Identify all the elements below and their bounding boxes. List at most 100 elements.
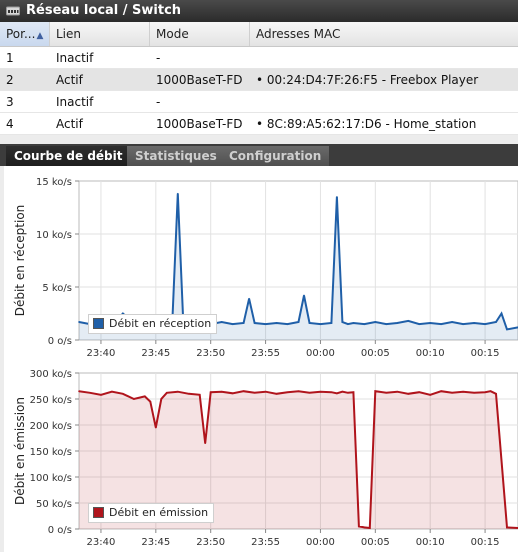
data-point (341, 390, 344, 393)
data-point (429, 322, 432, 324)
data-point (462, 390, 464, 393)
table-row[interactable]: 3 Inactif - (0, 91, 518, 113)
data-point (495, 393, 497, 395)
x-tick-label: 23:55 (251, 537, 280, 548)
data-point (89, 391, 91, 394)
data-point (220, 390, 223, 393)
cell-port: 3 (6, 95, 14, 109)
x-tick-label: 00:10 (416, 348, 445, 359)
reception-chart: 0 o/s 5 ko/s 10 ko/s 15 ko/s 23:40 23:45 23:50… (13, 177, 518, 359)
table-row[interactable]: 4 Actif 1000BaseT-FD • 8C:89:A5:62:17:D6 - … (0, 113, 518, 135)
cell-mac: • 8C:89:A5:62:17:D6 - Home_station (256, 117, 477, 131)
table-row[interactable]: 2 Actif 1000BaseT-FD • 00:24:D4:7F:26:F5 - … (0, 69, 518, 91)
cell-port: 2 (6, 73, 14, 87)
data-point (220, 321, 223, 323)
data-point (336, 196, 338, 198)
column-header-mac[interactable]: Adresses MAC (250, 22, 518, 46)
data-point (308, 322, 311, 324)
x-tick-label: 23:45 (141, 348, 170, 359)
y-tick-label: 10 ko/s (36, 230, 72, 241)
y-tick-label: 15 ko/s (36, 177, 72, 188)
legend-reception[interactable]: Débit en réception (88, 314, 218, 334)
legend-emission[interactable]: Débit en émission (88, 503, 215, 523)
x-tick-label: 00:00 (306, 348, 335, 359)
data-point (451, 391, 453, 394)
data-point (489, 390, 492, 392)
data-point (176, 192, 179, 195)
data-point (495, 321, 497, 323)
data-point (78, 321, 80, 323)
x-tick-label: 00:00 (306, 537, 335, 548)
table-header: Por...▲ Lien Mode Adresses MAC (0, 22, 518, 47)
data-point (418, 323, 421, 325)
data-point (149, 400, 152, 403)
data-point (374, 390, 377, 392)
data-point (352, 322, 355, 324)
data-point (204, 442, 207, 444)
data-point (100, 394, 102, 396)
data-point (330, 391, 333, 394)
data-point (341, 321, 344, 323)
data-point (198, 394, 201, 396)
cell-port: 4 (6, 117, 14, 131)
data-point (462, 323, 464, 325)
column-header-link[interactable]: Lien (50, 22, 150, 46)
data-point (374, 321, 377, 323)
cell-link: Inactif (56, 51, 94, 65)
cell-link: Actif (56, 73, 83, 87)
data-point (451, 321, 453, 323)
data-point (133, 398, 135, 400)
y-tick-label: 250 ko/s (30, 395, 72, 406)
x-tick-label: 00:15 (471, 537, 500, 548)
column-header-mode[interactable]: Mode (150, 22, 250, 46)
tab-configuration[interactable]: Configuration (221, 146, 330, 166)
data-point (144, 395, 146, 398)
data-point (369, 527, 371, 529)
data-point (297, 321, 300, 323)
data-point (187, 393, 190, 395)
table-row[interactable]: 1 Inactif - (0, 47, 518, 69)
y-tick-label: 50 ko/s (36, 499, 72, 510)
data-point (484, 323, 486, 325)
data-point (264, 390, 267, 393)
tab-rate-curve[interactable]: Courbe de débit (6, 146, 131, 166)
data-point (347, 323, 349, 325)
y-tick-label: 100 ko/s (30, 473, 72, 484)
cell-mode: 1000BaseT-FD (156, 117, 243, 131)
y-axis-label: Débit en réception (13, 205, 27, 317)
column-header-port[interactable]: Por...▲ (0, 22, 50, 46)
x-tick-label: 00:10 (416, 537, 445, 548)
data-point (286, 323, 289, 325)
data-point (473, 391, 475, 394)
data-point (363, 323, 366, 325)
chart-panel: 0 o/s 5 ko/s 10 ko/s 15 ko/s 23:40 23:45 23:50… (4, 166, 518, 552)
data-point (176, 390, 179, 393)
data-point (166, 391, 168, 394)
data-point (111, 390, 113, 393)
data-point (336, 392, 338, 395)
data-point (484, 391, 486, 394)
cell-link: Inactif (56, 95, 94, 109)
data-point (358, 525, 360, 528)
sort-ascending-icon: ▲ (36, 31, 44, 41)
data-point (506, 328, 508, 331)
x-tick-label: 00:15 (471, 348, 500, 359)
y-tick-label: 0 o/s (48, 336, 72, 347)
data-point (275, 322, 278, 324)
switch-icon (6, 6, 20, 16)
data-point (407, 393, 410, 395)
data-point (418, 391, 421, 394)
data-point (231, 392, 234, 395)
cell-link: Actif (56, 117, 83, 131)
cell-mac (250, 47, 518, 69)
data-point (242, 390, 245, 392)
data-point (347, 391, 349, 394)
y-tick-label: 5 ko/s (42, 283, 72, 294)
data-point (352, 391, 355, 394)
x-tick-label: 23:45 (141, 537, 170, 548)
data-point (396, 322, 399, 324)
tab-statistics[interactable]: Statistiques (127, 146, 225, 166)
data-point (78, 390, 80, 392)
data-point (248, 297, 250, 300)
x-tick-label: 23:50 (196, 537, 225, 548)
